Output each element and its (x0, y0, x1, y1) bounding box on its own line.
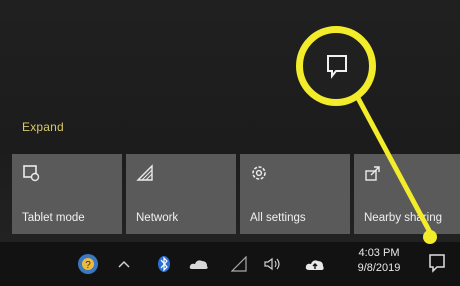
quick-actions: Tablet mode Network All settings Nearby … (12, 154, 460, 238)
action-center-icon[interactable] (426, 252, 448, 274)
tile-label: Tablet mode (22, 212, 85, 224)
tile-all-settings[interactable]: All settings (240, 154, 350, 234)
callout-highlight-ring (296, 26, 376, 106)
help-icon[interactable]: ? (76, 252, 100, 276)
bluetooth-icon[interactable] (156, 252, 172, 276)
settings-gear-icon (250, 164, 268, 182)
chevron-up-icon[interactable] (114, 252, 134, 276)
tile-nearby-sharing[interactable]: Nearby sharing (354, 154, 460, 234)
cloud-upload-icon[interactable] (304, 252, 326, 276)
tile-label: All settings (250, 212, 306, 224)
clock[interactable]: 4:03 PM 9/8/2019 (344, 246, 414, 276)
tile-network[interactable]: Network (126, 154, 236, 234)
volume-icon[interactable] (262, 252, 284, 276)
tile-label: Network (136, 212, 179, 224)
clock-date: 9/8/2019 (357, 262, 401, 274)
tile-tablet-mode[interactable]: Tablet mode (12, 154, 122, 234)
expand-link[interactable]: Expand (22, 120, 64, 134)
action-center-panel: Expand Tablet mode Network All settings … (0, 0, 460, 242)
network-icon (136, 164, 154, 182)
action-center-icon (327, 55, 347, 79)
onedrive-icon[interactable] (188, 252, 210, 276)
svg-text:?: ? (85, 260, 91, 271)
network-icon[interactable] (230, 252, 248, 276)
tile-label: Nearby sharing (364, 212, 442, 224)
callout-dot (423, 230, 437, 244)
tablet-mode-icon (22, 164, 40, 182)
nearby-sharing-icon (364, 164, 382, 182)
clock-time: 4:03 PM (358, 247, 400, 259)
